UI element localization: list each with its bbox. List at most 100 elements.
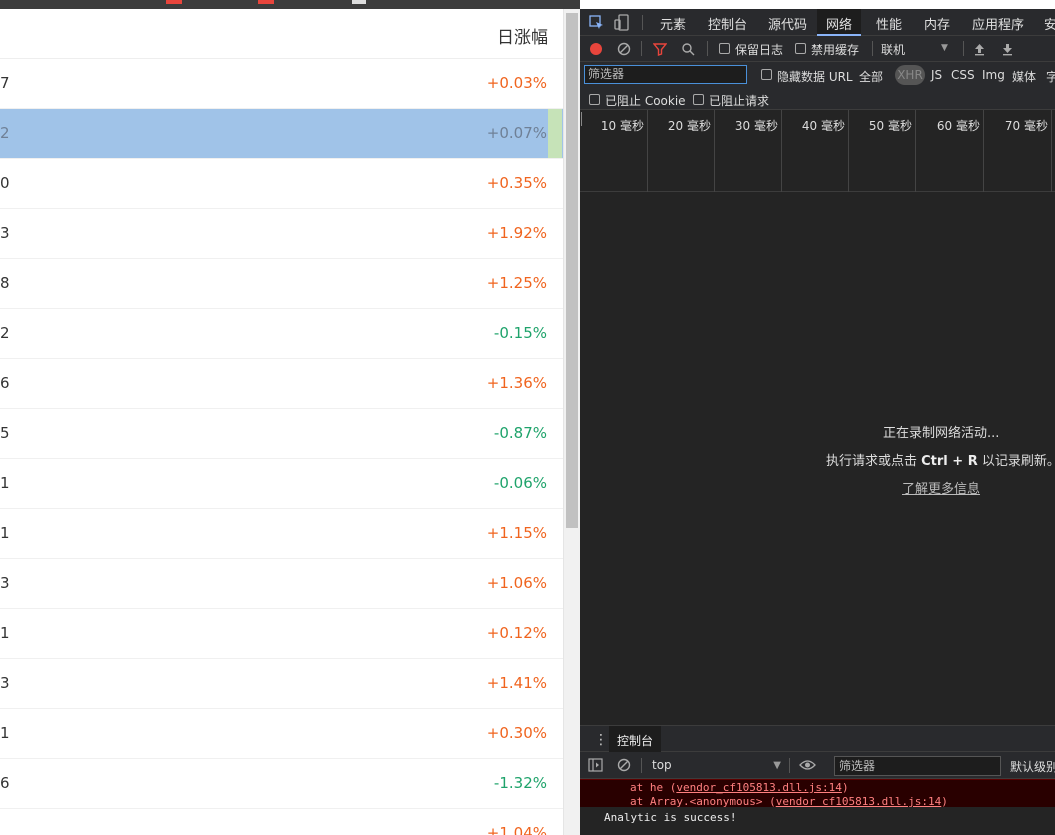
device-toolbar-icon[interactable]: [614, 14, 631, 31]
type-filter-font[interactable]: 字: [1046, 68, 1055, 85]
table-row[interactable]: 0 +0.35%: [0, 159, 563, 209]
more-options-icon[interactable]: ⋮: [594, 732, 608, 748]
page-scrollbar[interactable]: [563, 9, 580, 835]
tab-elements[interactable]: 元素: [660, 14, 686, 33]
daily-change-value: +1.15%: [486, 524, 547, 542]
row-value: 2: [0, 324, 10, 342]
tab-console[interactable]: 控制台: [708, 14, 747, 33]
divider: [963, 41, 964, 56]
divider: [707, 41, 708, 56]
blocked-filter-bar: 已阻止 Cookie 已阻止请求: [580, 88, 1055, 110]
type-filter-css[interactable]: CSS: [951, 68, 975, 82]
table-row[interactable]: 2 -0.15%: [0, 309, 563, 359]
tab-sources[interactable]: 源代码: [768, 14, 807, 33]
tab-memory[interactable]: 内存: [924, 14, 950, 33]
source-link[interactable]: vendor_cf105813.dll.js:14: [676, 781, 842, 794]
browser-top-strip: [0, 0, 580, 9]
row-value: 6: [0, 374, 10, 392]
drawer-tab-console[interactable]: 控制台: [609, 726, 662, 753]
row-value: 3: [0, 674, 10, 692]
type-filter-all[interactable]: 全部: [859, 68, 883, 85]
daily-change-value: -0.06%: [493, 474, 547, 492]
type-filter-img[interactable]: Img: [982, 68, 1005, 82]
table-row[interactable]: 1 +0.12%: [0, 609, 563, 659]
console-filter-input[interactable]: 筛选器: [834, 756, 1001, 776]
clear-icon[interactable]: [617, 42, 631, 56]
network-toolbar: 保留日志 禁用缓存 联机 ▼: [580, 36, 1055, 62]
daily-change-value: +1.25%: [486, 274, 547, 292]
table-row[interactable]: 6 +1.36%: [0, 359, 563, 409]
tab-network[interactable]: 网络: [817, 9, 861, 36]
daily-change-value: -0.15%: [493, 324, 547, 342]
timeline-tick: 10 毫秒: [580, 110, 648, 192]
clear-console-icon[interactable]: [617, 758, 631, 772]
daily-change-value: +1.92%: [486, 224, 547, 242]
table-row[interactable]: 3 +1.41%: [0, 659, 563, 709]
chevron-down-icon: ▼: [773, 760, 781, 771]
tab-application[interactable]: 应用程序: [972, 14, 1024, 33]
network-filter-input[interactable]: 筛选器: [584, 65, 747, 84]
row-value: 0: [0, 174, 10, 192]
blocked-cookies-checkbox[interactable]: [589, 94, 600, 105]
row-value: 7: [0, 74, 10, 92]
daily-change-value: +1.41%: [486, 674, 547, 692]
hide-data-urls-checkbox[interactable]: [761, 69, 772, 80]
timeline-tick: 30 毫秒: [715, 110, 782, 192]
daily-change-header: 日涨幅: [497, 28, 548, 48]
row-value: 3: [0, 224, 10, 242]
row-value: 6: [0, 774, 10, 792]
console-error-message: at he (vendor_cf105813.dll.js:14) at Arr…: [580, 779, 1055, 808]
table-row[interactable]: 1 -0.06%: [0, 459, 563, 509]
daily-change-value: +1.06%: [486, 574, 547, 592]
learn-more-link[interactable]: 了解更多信息: [902, 478, 980, 497]
daily-change-value: -1.32%: [493, 774, 547, 792]
filter-bar: 筛选器 隐藏数据 URL 全部 XHR JS CSS Img 媒体 字: [580, 62, 1055, 88]
network-overview-timeline[interactable]: 10 毫秒 20 毫秒 30 毫秒 40 毫秒 50 毫秒 60 毫秒 70 毫…: [580, 110, 1055, 192]
chevron-down-icon[interactable]: ▼: [941, 43, 948, 53]
stock-list-page: 日涨幅 7 +0.03% 2 +0.07% 0 +0.35% 3 +1.92% 8 +1.25% 2…: [0, 9, 563, 835]
search-icon[interactable]: [681, 42, 695, 56]
throttling-select[interactable]: 联机: [881, 41, 905, 58]
tab-security[interactable]: 安: [1044, 14, 1055, 33]
import-har-icon[interactable]: [973, 42, 986, 56]
divider: [789, 758, 790, 773]
show-sidebar-icon[interactable]: [588, 758, 603, 772]
table-row[interactable]: 1 +1.15%: [0, 509, 563, 559]
column-header[interactable]: 日涨幅: [0, 9, 563, 59]
table-row[interactable]: +1.04%: [0, 809, 563, 835]
blocked-requests-checkbox[interactable]: [693, 94, 704, 105]
daily-change-value: +0.35%: [486, 174, 547, 192]
tab-performance[interactable]: 性能: [876, 14, 902, 33]
hide-data-urls-label: 隐藏数据 URL: [777, 70, 853, 84]
blocked-requests-label: 已阻止请求: [709, 94, 770, 108]
divider: [641, 41, 642, 56]
inspect-element-icon[interactable]: [588, 14, 605, 31]
table-row[interactable]: 6 -1.32%: [0, 759, 563, 809]
scrollbar-thumb[interactable]: [566, 13, 578, 528]
disable-cache-checkbox[interactable]: [795, 43, 806, 54]
live-expression-eye-icon[interactable]: [799, 759, 816, 771]
stack-frame: at he (vendor_cf105813.dll.js:14): [630, 781, 849, 794]
table-row[interactable]: 1 +0.30%: [0, 709, 563, 759]
table-row[interactable]: 2 +0.07%: [0, 109, 563, 159]
execution-context-select[interactable]: top ▼: [645, 756, 785, 775]
record-icon[interactable]: [589, 42, 603, 56]
divider: [641, 758, 642, 773]
table-row[interactable]: 3 +1.06%: [0, 559, 563, 609]
table-row[interactable]: 5 -0.87%: [0, 409, 563, 459]
log-levels-select[interactable]: 默认级别: [1010, 758, 1055, 775]
preserve-log-checkbox[interactable]: [719, 43, 730, 54]
daily-change-value: +1.04%: [486, 824, 547, 835]
table-row[interactable]: 8 +1.25%: [0, 259, 563, 309]
table-row[interactable]: 7 +0.03%: [0, 59, 563, 109]
export-har-icon[interactable]: [1001, 42, 1014, 56]
console-toolbar: top ▼ 筛选器 默认级别: [580, 752, 1055, 779]
type-filter-js[interactable]: JS: [931, 68, 942, 82]
row-value: 5: [0, 424, 10, 442]
type-filter-xhr[interactable]: XHR: [895, 65, 925, 85]
table-row[interactable]: 3 +1.92%: [0, 209, 563, 259]
filter-icon[interactable]: [653, 42, 667, 56]
console-log-message: Analytic is success!: [580, 807, 1055, 835]
drawer-tabbar: ⋮ 控制台: [580, 725, 1055, 753]
type-filter-media[interactable]: 媒体: [1012, 68, 1036, 85]
